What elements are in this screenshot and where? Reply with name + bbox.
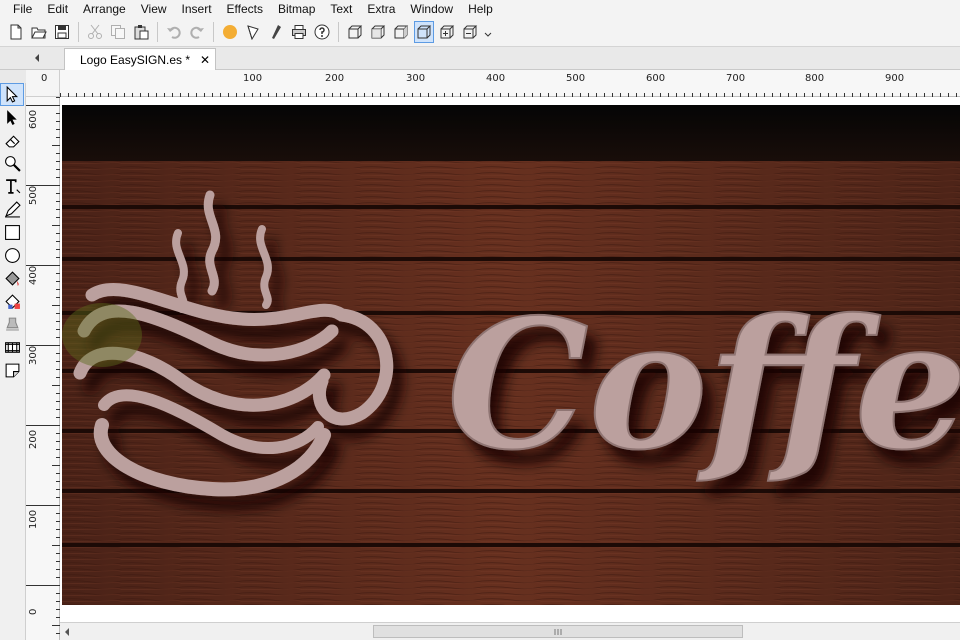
copy-icon[interactable] bbox=[108, 21, 128, 43]
ruler-label-h: 300 bbox=[406, 73, 426, 84]
ruler-label-h: 800 bbox=[805, 73, 825, 84]
new-document-icon[interactable] bbox=[6, 21, 26, 43]
box-plus-icon[interactable] bbox=[437, 21, 457, 43]
menu-window[interactable]: Window bbox=[403, 1, 461, 17]
menu-bar: File Edit Arrange View Insert Effects Bi… bbox=[0, 0, 960, 17]
menu-arrange[interactable]: Arrange bbox=[76, 1, 134, 17]
fill-icon[interactable] bbox=[0, 267, 24, 290]
box-back-icon[interactable] bbox=[368, 21, 388, 43]
color-dot-icon[interactable] bbox=[220, 21, 240, 43]
select-arrow-icon[interactable] bbox=[0, 83, 24, 106]
tools-sidebar bbox=[0, 83, 26, 640]
menu-help[interactable]: Help bbox=[461, 1, 501, 17]
zoom-icon[interactable] bbox=[0, 152, 24, 175]
ruler-label-v: 300 bbox=[28, 345, 39, 365]
close-icon[interactable]: ✕ bbox=[195, 50, 215, 70]
coffee-lettering: Coffee bbox=[447, 280, 960, 489]
toolbar-separator bbox=[338, 21, 339, 42]
undo-icon[interactable] bbox=[164, 21, 184, 43]
ruler-label-v: 600 bbox=[28, 109, 39, 129]
ruler-label-h: 400 bbox=[486, 73, 506, 84]
menu-text[interactable]: Text bbox=[323, 1, 360, 17]
green-glow bbox=[62, 303, 142, 367]
cut-icon[interactable] bbox=[85, 21, 105, 43]
node-edit-icon[interactable] bbox=[0, 106, 24, 129]
scrollbar-thumb[interactable] bbox=[373, 625, 743, 638]
horizontal-ruler[interactable]: 0 100 200 300 400 500 600 700 800 900 bbox=[41, 70, 960, 97]
coffee-sign-artwork[interactable]: Coffee bbox=[62, 105, 960, 605]
app-window: File Edit Arrange View Insert Effects Bi… bbox=[0, 0, 960, 640]
toolbar-separator bbox=[157, 21, 158, 42]
ruler-label-v: 0 bbox=[28, 608, 39, 615]
redo-icon[interactable] bbox=[187, 21, 207, 43]
menu-extra[interactable]: Extra bbox=[360, 1, 403, 17]
cutter-icon[interactable] bbox=[266, 21, 286, 43]
document-tab-label: Logo EasySIGN.es * bbox=[80, 52, 191, 67]
eraser-icon[interactable] bbox=[0, 129, 24, 152]
scroll-left-icon[interactable] bbox=[60, 625, 74, 639]
pen-icon[interactable] bbox=[0, 198, 24, 221]
bitmap-icon[interactable] bbox=[0, 336, 24, 359]
menu-bitmap[interactable]: Bitmap bbox=[271, 1, 323, 17]
gradient-fill-icon[interactable] bbox=[0, 290, 24, 313]
ruler-label-h: 500 bbox=[566, 73, 586, 84]
vertical-ruler[interactable]: 600 500 400 300 200 100 0 bbox=[26, 97, 60, 640]
ruler-label-h: 0 bbox=[41, 73, 48, 84]
more-icon[interactable] bbox=[483, 21, 493, 43]
document-tab-bar: Logo EasySIGN.es * ✕ bbox=[0, 47, 960, 70]
ruler-label-v: 400 bbox=[28, 265, 39, 285]
page-curl-icon[interactable] bbox=[0, 359, 24, 382]
box-front-icon[interactable] bbox=[345, 21, 365, 43]
menu-view[interactable]: View bbox=[134, 1, 175, 17]
ruler-label-h: 600 bbox=[646, 73, 666, 84]
menu-file[interactable]: File bbox=[6, 1, 40, 17]
paste-icon[interactable] bbox=[131, 21, 151, 43]
menu-edit[interactable]: Edit bbox=[40, 1, 76, 17]
ruler-label-h: 700 bbox=[726, 73, 746, 84]
sign-top-dark bbox=[62, 105, 960, 165]
menu-effects[interactable]: Effects bbox=[220, 1, 271, 17]
save-icon[interactable] bbox=[52, 21, 72, 43]
toolbar-separator bbox=[78, 21, 79, 42]
box-active-icon[interactable] bbox=[414, 20, 434, 43]
open-folder-icon[interactable] bbox=[29, 21, 49, 43]
ruler-label-h: 200 bbox=[325, 73, 345, 84]
rectangle-icon[interactable] bbox=[0, 221, 24, 244]
ruler-label-v: 200 bbox=[28, 429, 39, 449]
pen-tool-icon[interactable] bbox=[243, 21, 263, 43]
ruler-label-h: 100 bbox=[243, 73, 263, 84]
main-toolbar bbox=[0, 17, 960, 47]
drawing-canvas[interactable]: Coffee bbox=[60, 97, 960, 622]
ellipse-icon[interactable] bbox=[0, 244, 24, 267]
ruler-label-v: 100 bbox=[28, 509, 39, 529]
menu-insert[interactable]: Insert bbox=[175, 1, 220, 17]
box-side-icon[interactable] bbox=[391, 21, 411, 43]
ruler-label-v: 500 bbox=[28, 185, 39, 205]
document-tab[interactable]: Logo EasySIGN.es * ✕ bbox=[64, 48, 216, 70]
toolbar-separator bbox=[213, 21, 214, 42]
stamp-icon[interactable] bbox=[0, 313, 24, 336]
help-icon[interactable] bbox=[312, 21, 332, 43]
tab-scroll-left-icon[interactable] bbox=[30, 51, 44, 65]
horizontal-scrollbar[interactable] bbox=[60, 622, 960, 640]
print-icon[interactable] bbox=[289, 21, 309, 43]
text-tool-icon[interactable] bbox=[0, 175, 24, 198]
box-minus-icon[interactable] bbox=[460, 21, 480, 43]
ruler-label-h: 900 bbox=[885, 73, 905, 84]
